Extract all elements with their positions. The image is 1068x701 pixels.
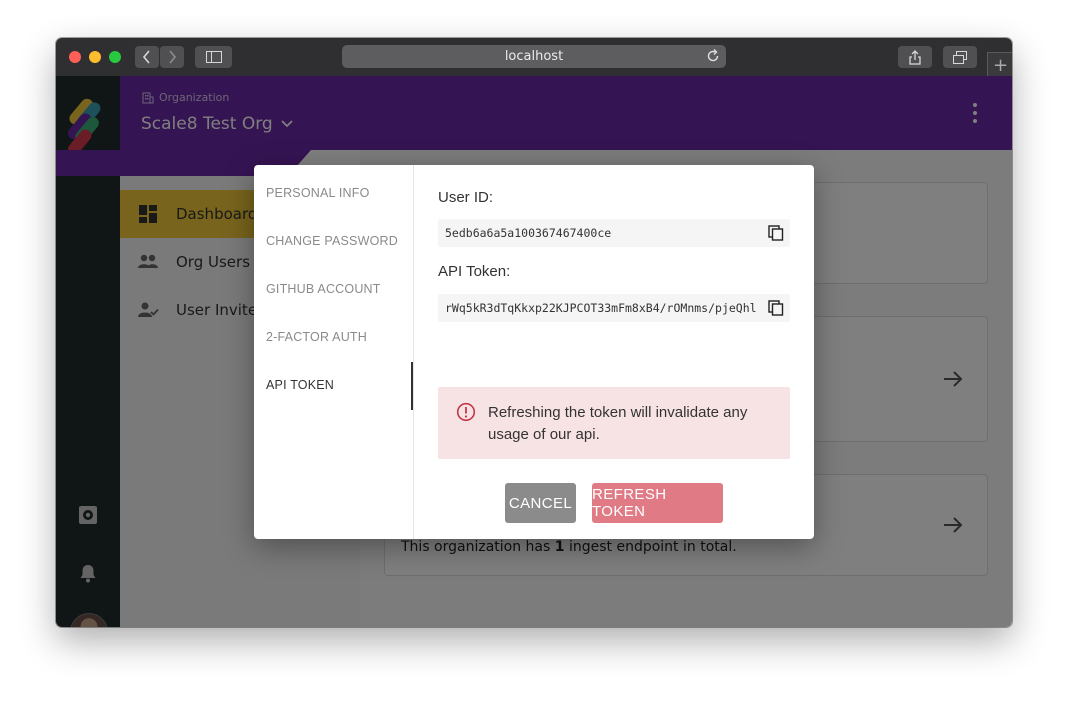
tab-2-factor-auth[interactable]: 2-FACTOR AUTH (266, 313, 413, 361)
reload-icon[interactable] (706, 48, 720, 64)
cancel-button[interactable]: CANCEL (505, 483, 576, 523)
user-id-field[interactable]: 5edb6a6a5a100367467400ce (438, 219, 790, 247)
chevron-left-icon (142, 50, 150, 64)
minimize-window-button[interactable] (89, 51, 101, 63)
refresh-token-button[interactable]: REFRESH TOKEN (592, 483, 723, 523)
dialog-tab-list: PERSONAL INFO CHANGE PASSWORD GITHUB ACC… (254, 165, 414, 539)
chevron-right-icon (169, 50, 177, 64)
user-id-value: 5edb6a6a5a100367467400ce (445, 226, 612, 240)
tab-personal-info[interactable]: PERSONAL INFO (266, 169, 413, 217)
address-bar[interactable]: localhost (342, 45, 726, 68)
sidebar-toggle-button[interactable] (195, 46, 232, 68)
error-outline-icon (456, 402, 476, 422)
forward-button[interactable] (160, 46, 184, 68)
browser-titlebar: localhost + (56, 38, 1012, 77)
show-tabs-button[interactable] (943, 46, 977, 68)
url-text: localhost (504, 49, 564, 64)
plus-icon: + (992, 54, 1009, 76)
sidebar-icon (205, 51, 222, 63)
share-button[interactable] (898, 46, 932, 68)
active-tab-indicator (411, 362, 413, 410)
close-window-button[interactable] (69, 51, 81, 63)
back-button[interactable] (135, 46, 159, 68)
copy-icon[interactable] (768, 225, 784, 241)
alert-message: Refreshing the token will invalidate any… (488, 404, 748, 443)
api-token-value: rWq5kR3dTqKkxp22KJPCOT33mFm8xB4/rOMnms/p… (445, 301, 757, 315)
account-settings-dialog: PERSONAL INFO CHANGE PASSWORD GITHUB ACC… (254, 165, 814, 539)
tab-change-password[interactable]: CHANGE PASSWORD (266, 217, 413, 265)
tabs-icon (953, 50, 967, 64)
api-token-label: API Token: (438, 263, 511, 280)
tab-github-account[interactable]: GITHUB ACCOUNT (266, 265, 413, 313)
tab-api-token[interactable]: API TOKEN (266, 361, 413, 409)
user-id-label: User ID: (438, 189, 494, 206)
api-token-field[interactable]: rWq5kR3dTqKkxp22KJPCOT33mFm8xB4/rOMnms/p… (438, 294, 790, 322)
zoom-window-button[interactable] (109, 51, 121, 63)
new-tab-button[interactable]: + (987, 52, 1012, 77)
copy-icon[interactable] (768, 300, 784, 316)
share-icon (909, 49, 921, 65)
warning-alert: Refreshing the token will invalidate any… (438, 387, 790, 459)
